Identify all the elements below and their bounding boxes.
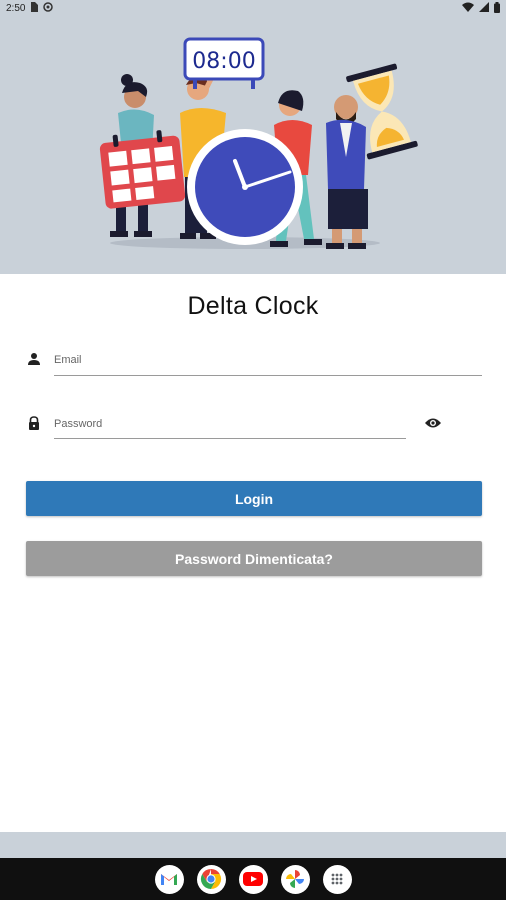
taskbar (0, 858, 506, 900)
photos-icon[interactable] (280, 864, 310, 894)
status-bar: 2:50 (0, 0, 506, 17)
eye-icon[interactable] (424, 416, 442, 430)
lock-icon (27, 416, 41, 430)
wifi-icon (462, 2, 474, 15)
sim-card-icon (30, 2, 39, 15)
person-icon (27, 352, 41, 366)
password-underline (54, 438, 406, 439)
chrome-icon[interactable] (196, 864, 226, 894)
forgot-password-button[interactable]: Password Dimenticata? (26, 541, 482, 576)
password-field[interactable] (54, 416, 399, 432)
settings-ring-icon (43, 2, 54, 15)
hero-illustration: 08:00 (0, 17, 506, 274)
digital-clock-display: 08:00 (192, 49, 255, 74)
youtube-icon[interactable] (238, 864, 268, 894)
battery-icon (494, 1, 500, 16)
login-button[interactable]: Login (26, 481, 482, 516)
app-drawer-icon[interactable] (322, 864, 352, 894)
app-title: Delta Clock (187, 292, 319, 320)
email-underline (54, 375, 482, 376)
email-field[interactable] (54, 352, 474, 368)
gmail-icon[interactable] (154, 864, 184, 894)
bottom-band (0, 832, 506, 858)
status-time: 2:50 (6, 3, 26, 14)
signal-icon (479, 2, 489, 15)
